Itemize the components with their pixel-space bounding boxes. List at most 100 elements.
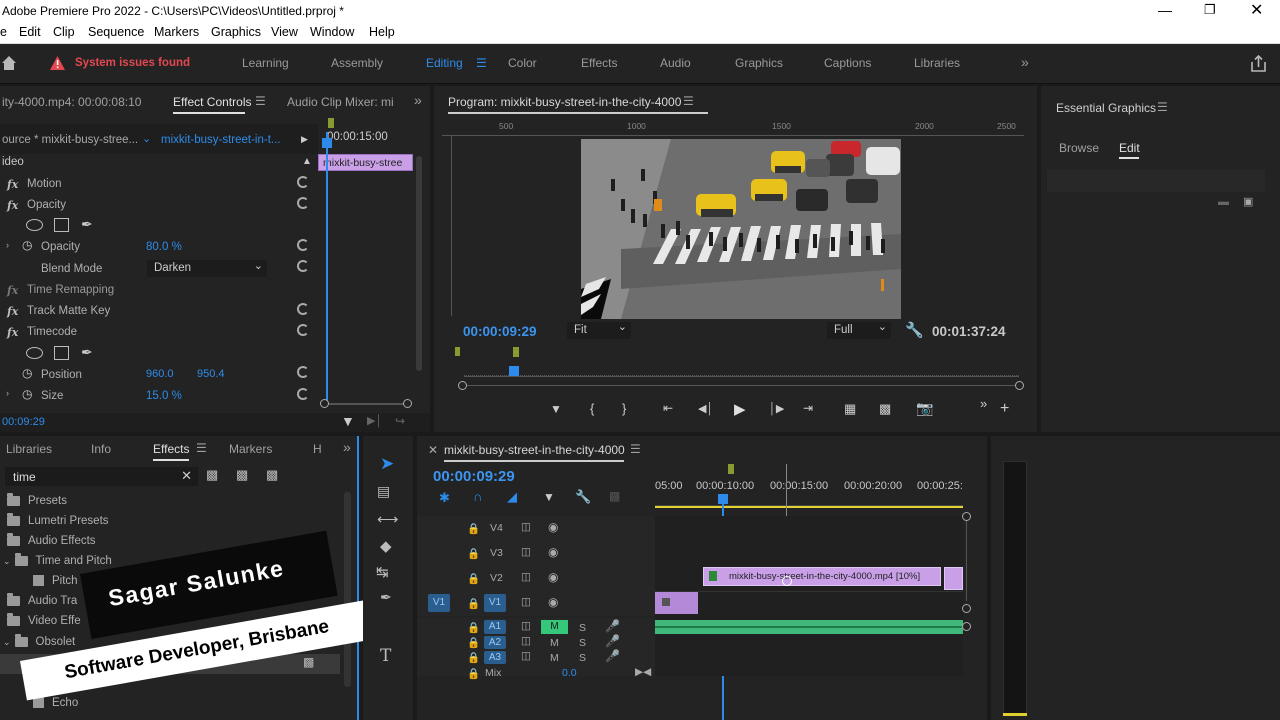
more-panels-icon[interactable]: »	[414, 92, 422, 108]
ellipse-mask-icon[interactable]	[26, 347, 43, 359]
export-icon[interactable]: ↪	[395, 414, 405, 428]
pen-tool-icon[interactable]: ✒	[380, 589, 392, 606]
track-target-a3[interactable]: A3	[484, 651, 506, 664]
effects-subfolder[interactable]: ⌄ Obsolet	[3, 633, 75, 648]
lock-icon[interactable]: 🔒	[467, 636, 480, 649]
opacity-group-label[interactable]: Opacity	[27, 199, 66, 211]
motion-label[interactable]: Motion	[27, 178, 62, 190]
accelerated-effects-icon[interactable]: ▩	[206, 467, 218, 483]
lock-icon[interactable]: 🔒	[467, 572, 480, 585]
scroll-handle[interactable]	[962, 512, 971, 521]
sequence-tab[interactable]: mixkit-busy-street-in-the-city-4000	[444, 443, 625, 457]
ws-captions[interactable]: Captions	[824, 56, 871, 70]
mute-a1-button[interactable]: M	[541, 620, 568, 634]
reset-icon[interactable]	[297, 388, 309, 400]
timecode-label[interactable]: Timecode	[27, 326, 77, 338]
stopwatch-icon[interactable]: ◷	[22, 238, 32, 252]
go-to-end-icon[interactable]: ▶◀	[635, 666, 651, 678]
fx-icon[interactable]: fx	[7, 326, 18, 339]
menu-clip[interactable]: Clip	[53, 25, 75, 39]
track-label-v4[interactable]: V4	[490, 522, 503, 534]
share-icon[interactable]	[1250, 55, 1267, 72]
wrench-icon[interactable]: 🔧	[905, 321, 924, 339]
program-current-time[interactable]: 00:00:09:29	[463, 324, 537, 339]
in-marker[interactable]	[455, 347, 460, 356]
program-playhead[interactable]	[509, 366, 519, 376]
info-tab[interactable]: Info	[91, 442, 111, 456]
pen-mask-icon[interactable]: ✒	[81, 344, 93, 361]
menu-markers[interactable]: Markers	[154, 25, 199, 39]
menu-icon[interactable]: ☰	[255, 94, 266, 108]
menu-window[interactable]: Window	[310, 25, 354, 39]
slip-tool-icon[interactable]: ↹	[376, 563, 389, 581]
clip-v2[interactable]: mixkit-busy-street-in-the-city-4000.mp4 …	[703, 567, 941, 586]
menu-icon[interactable]: ☰	[1157, 100, 1168, 114]
effects-folder[interactable]: Audio Effects	[7, 532, 96, 547]
zoom-handle[interactable]	[320, 399, 329, 408]
yuv-effects-icon[interactable]: ▩	[266, 467, 278, 483]
new-layer-icon[interactable]: ▣	[1243, 195, 1253, 208]
program-title[interactable]: Program: mixkit-busy-street-in-the-city-…	[448, 95, 681, 109]
sync-lock-icon[interactable]: ◫	[521, 620, 531, 632]
more-panels-icon[interactable]: »	[343, 439, 351, 455]
menu-edit[interactable]: Edit	[19, 25, 41, 39]
sync-lock-icon[interactable]: ◫	[521, 635, 531, 647]
eye-icon[interactable]: ◉	[548, 545, 558, 559]
play-only-icon[interactable]: ▶│	[367, 414, 382, 427]
step-back-icon[interactable]: ◀│	[698, 402, 713, 415]
type-tool-icon[interactable]: T	[380, 646, 391, 666]
effects-folder[interactable]: Audio Tra	[7, 592, 77, 607]
sync-lock-icon[interactable]: ◫	[521, 571, 531, 583]
snap-icon[interactable]: ✱	[439, 490, 450, 506]
scroll-handle[interactable]	[962, 622, 971, 631]
track-target-a1[interactable]: A1	[484, 620, 506, 634]
fx-icon[interactable]: fx	[7, 305, 18, 318]
vertical-scrollbar[interactable]	[416, 156, 422, 371]
filter-icon[interactable]: ▼	[341, 413, 355, 429]
lock-icon[interactable]: 🔒	[467, 597, 480, 610]
mark-out-icon[interactable]: }	[622, 401, 626, 416]
reset-icon[interactable]	[297, 260, 309, 272]
source-tab[interactable]: ity-4000.mp4: 00:00:08:10	[2, 95, 141, 109]
ec-clip-bar[interactable]: mixkit-busy-stree	[318, 154, 413, 171]
system-issues-alert[interactable]: System issues found	[75, 57, 190, 69]
position-y-value[interactable]: 950.4	[197, 368, 225, 380]
reset-icon[interactable]	[297, 239, 309, 251]
more-buttons-icon[interactable]: »	[980, 396, 987, 411]
minimize-icon[interactable]: —	[1158, 2, 1172, 18]
mute-a3-button[interactable]: M	[550, 652, 559, 664]
add-marker-icon[interactable]: ▼	[550, 402, 562, 416]
zoom-handle[interactable]	[458, 381, 467, 390]
track-target-v1[interactable]: V1	[484, 594, 506, 612]
track-matte-label[interactable]: Track Matte Key	[27, 305, 110, 317]
marker[interactable]	[513, 347, 519, 357]
eye-icon[interactable]: ◉	[548, 570, 558, 584]
button-editor-icon[interactable]: +	[1000, 400, 1009, 418]
position-x-value[interactable]: 960.0	[146, 368, 174, 380]
marker-icon[interactable]: ▼	[543, 490, 555, 504]
effects-subfolder[interactable]: ⌄ Time and Pitch	[3, 552, 112, 567]
size-value[interactable]: 15.0 %	[146, 390, 182, 402]
fit-select[interactable]: Fit ⌄	[567, 321, 631, 339]
track-label-v2[interactable]: V2	[490, 572, 503, 584]
clip-v1[interactable]	[655, 592, 698, 614]
zoom-bar[interactable]	[467, 385, 1015, 386]
expand-icon[interactable]: ›	[6, 240, 9, 250]
track-label-v3[interactable]: V3	[490, 547, 503, 559]
export-frame-icon[interactable]: 📷	[916, 400, 933, 417]
quality-select[interactable]: Full ⌄	[827, 321, 891, 339]
effect-item[interactable]: Echo	[33, 697, 78, 709]
ws-editing[interactable]: Editing	[426, 56, 463, 70]
folder-icon[interactable]: ▬	[1218, 196, 1229, 208]
stopwatch-icon[interactable]: ◷	[22, 387, 32, 401]
history-tab[interactable]: H	[313, 442, 322, 456]
menu-view[interactable]: View	[271, 25, 298, 39]
sync-lock-icon[interactable]: ◫	[521, 546, 531, 558]
mix-value[interactable]: 0.0	[562, 667, 577, 679]
solo-a3-button[interactable]: S	[579, 652, 586, 664]
lock-icon[interactable]: 🔒	[467, 667, 480, 680]
rectangle-mask-icon[interactable]	[54, 218, 69, 232]
ws-learning[interactable]: Learning	[242, 56, 289, 70]
markers-tab[interactable]: Markers	[229, 442, 272, 456]
opacity-value[interactable]: 80.0 %	[146, 241, 182, 253]
